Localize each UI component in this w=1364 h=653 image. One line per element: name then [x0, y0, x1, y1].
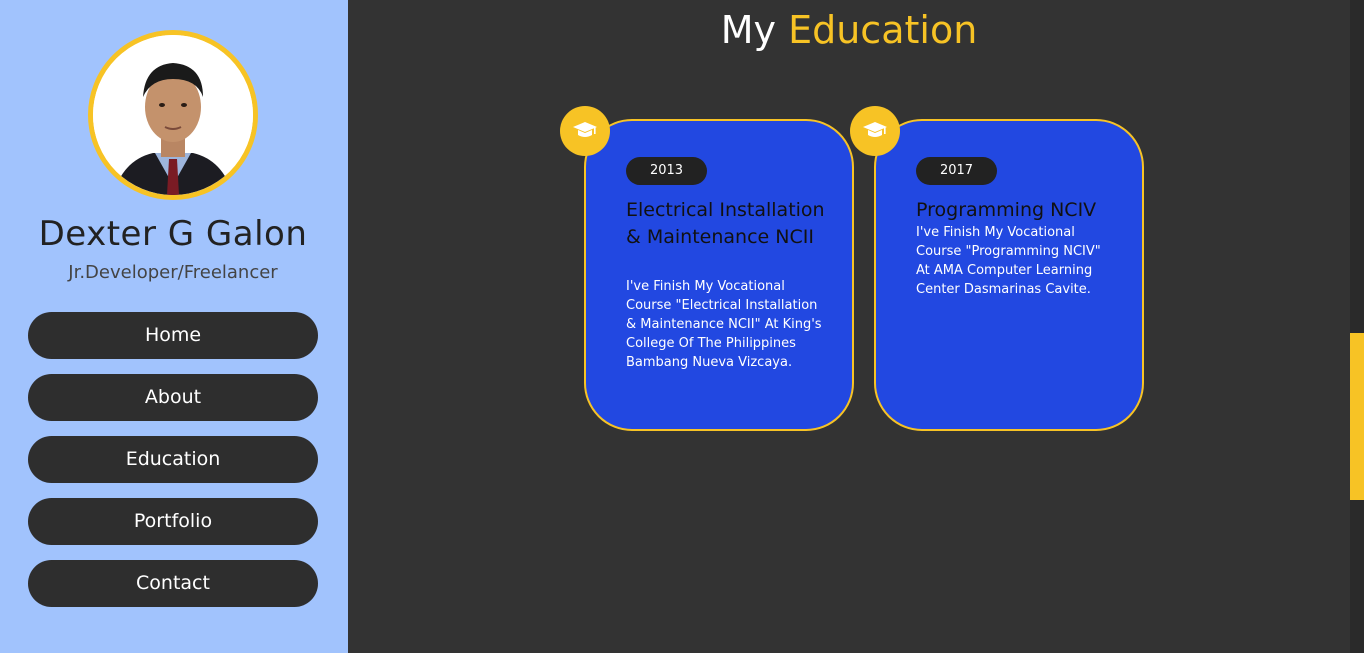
page-title-prefix: My	[720, 8, 776, 52]
profile-name: Dexter G Galon	[38, 214, 308, 254]
profile-photo	[93, 35, 253, 195]
education-description: I've Finish My Vocational Course "Electr…	[626, 279, 822, 370]
education-card: 2013 Electrical Installation & Maintenan…	[584, 119, 854, 431]
scrollbar-thumb[interactable]	[1350, 333, 1364, 500]
nav-home-button[interactable]: Home	[28, 312, 318, 359]
nav-contact-button[interactable]: Contact	[28, 560, 318, 607]
page-title: My Education	[348, 8, 1350, 52]
year-badge: 2013	[626, 157, 707, 185]
education-description: I've Finish My Vocational Course "Progra…	[916, 225, 1101, 297]
education-title: Electrical Installation & Maintenance NC…	[626, 199, 825, 248]
main-nav: Home About Education Portfolio Contact	[28, 312, 318, 622]
year-badge: 2017	[916, 157, 997, 185]
scrollbar[interactable]	[1350, 0, 1364, 653]
sidebar: Dexter G Galon Jr.Developer/Freelancer H…	[0, 0, 348, 653]
main-content: My Education 2013 Electrical Installatio…	[348, 0, 1350, 653]
graduation-cap-icon	[560, 106, 610, 156]
graduation-cap-icon	[850, 106, 900, 156]
nav-about-button[interactable]: About	[28, 374, 318, 421]
page-title-accent: Education	[788, 8, 978, 52]
nav-education-button[interactable]: Education	[28, 436, 318, 483]
nav-portfolio-button[interactable]: Portfolio	[28, 498, 318, 545]
avatar	[88, 30, 258, 200]
profile-role: Jr.Developer/Freelancer	[68, 262, 278, 283]
education-card: 2017 Programming NCIV I've Finish My Voc…	[874, 119, 1144, 431]
education-title: Programming NCIV	[916, 199, 1097, 221]
